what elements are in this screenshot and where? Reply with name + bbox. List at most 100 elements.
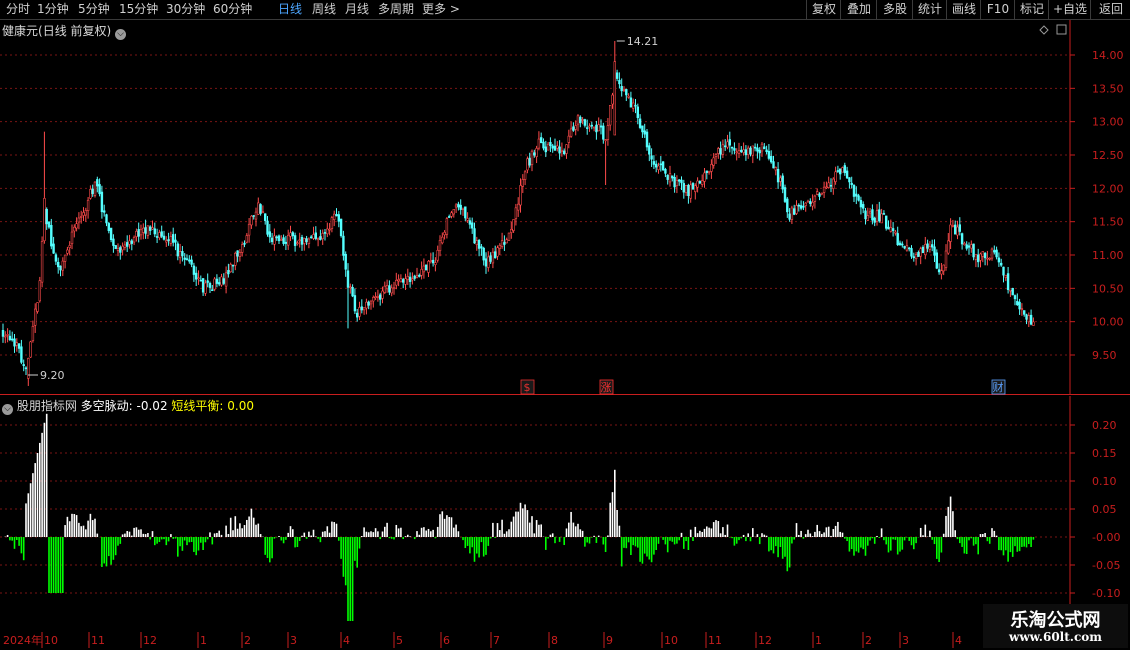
- candle-body: [162, 235, 166, 240]
- btn-f10[interactable]: F10: [980, 0, 1015, 19]
- btn-mark[interactable]: 标记: [1014, 0, 1049, 19]
- period-15min[interactable]: 15分钟: [119, 1, 158, 18]
- candle-body: [195, 272, 198, 280]
- candle-body: [887, 226, 890, 230]
- candle-body: [314, 232, 317, 239]
- candle-body: [493, 251, 497, 259]
- candle-body: [8, 335, 12, 341]
- candle-body: [843, 165, 847, 174]
- btn-draw[interactable]: 画线: [946, 0, 981, 19]
- candle-body: [765, 149, 768, 153]
- event-marker-1: 涨: [599, 379, 614, 395]
- indicator-axis-label: -0.00: [1092, 531, 1120, 544]
- candle-body: [687, 184, 690, 197]
- indicator-axis-label: 0.05: [1092, 503, 1117, 516]
- candle-body: [270, 237, 274, 243]
- candle-body: [659, 163, 663, 166]
- candle-body: [933, 246, 936, 256]
- candle-body: [551, 145, 554, 149]
- candle-body: [579, 116, 582, 124]
- candle-body: [873, 217, 876, 223]
- period-5min[interactable]: 5分钟: [78, 1, 110, 18]
- candle-body: [710, 164, 713, 172]
- candle-body: [128, 240, 131, 245]
- candle-body: [698, 181, 702, 184]
- chevron-down-icon[interactable]: ⌵: [115, 29, 127, 40]
- chevron-down-icon[interactable]: ⌵: [2, 404, 13, 415]
- candle-body: [606, 125, 610, 140]
- candle-body: [208, 283, 212, 288]
- period-1min[interactable]: 1分钟: [37, 1, 69, 18]
- candle-body: [123, 244, 127, 248]
- candle-body: [475, 240, 478, 245]
- candle-body: [296, 242, 299, 245]
- candle-body: [521, 179, 525, 187]
- candle-body: [397, 279, 400, 282]
- period-toolbar: 分时 1分钟 5分钟 15分钟 30分钟 60分钟 日线 周线 月线 多周期 更…: [0, 0, 1130, 20]
- candle-body: [238, 252, 242, 257]
- candle-body: [289, 232, 292, 237]
- candle-body: [215, 278, 219, 284]
- candle-body: [234, 252, 237, 266]
- price-axis-label: 13.50: [1092, 82, 1124, 95]
- candle-body: [142, 227, 145, 233]
- indicator-chart[interactable]: 0.20 0.15 0.10 0.05 -0.00 -0.05 -0.10: [0, 396, 1130, 630]
- candle-body: [404, 278, 407, 285]
- candle-body: [526, 158, 529, 171]
- candle-body: [866, 215, 870, 221]
- period-multi[interactable]: 多周期: [378, 1, 414, 18]
- candle-body: [880, 213, 883, 224]
- candle-body: [247, 223, 251, 236]
- period-30min[interactable]: 30分钟: [166, 1, 205, 18]
- period-more[interactable]: 更多 >: [422, 1, 460, 18]
- candle-body: [751, 145, 755, 156]
- kline-chart[interactable]: 14.00 13.50 13.00 12.50 12.00 11.50 11.00 10.50…: [0, 20, 1130, 395]
- candle-body: [1020, 308, 1024, 310]
- candle-body: [365, 301, 368, 309]
- btn-overlay[interactable]: 叠加: [840, 0, 877, 19]
- period-monthly[interactable]: 月线: [345, 1, 369, 18]
- date-axis-year: 2024年: [3, 633, 42, 647]
- candle-body: [137, 229, 140, 237]
- candle-body: [344, 253, 347, 270]
- candle-body: [689, 184, 692, 199]
- candle-body: [852, 185, 856, 197]
- candle-body: [530, 150, 534, 165]
- candle-body: [399, 278, 403, 283]
- candle-body: [358, 307, 361, 317]
- btn-multi-stock[interactable]: 多股: [876, 0, 913, 19]
- candle-body: [827, 182, 830, 188]
- candle-body: [222, 278, 225, 284]
- series2-label: 短线平衡: 0.00: [171, 399, 254, 413]
- candle-body: [574, 125, 577, 130]
- candle-body: [767, 150, 771, 159]
- period-fenshi[interactable]: 分时: [6, 1, 30, 18]
- indicator-name[interactable]: 股朋指标网: [17, 399, 77, 413]
- candle-body: [1032, 321, 1035, 326]
- period-60min[interactable]: 60分钟: [213, 1, 252, 18]
- period-daily[interactable]: 日线: [278, 1, 302, 18]
- candle-body: [730, 146, 734, 149]
- candle-body: [220, 276, 223, 286]
- candle-body: [385, 285, 389, 290]
- date-axis-month: 11: [91, 634, 105, 647]
- candle-body: [505, 239, 508, 244]
- candle-body: [514, 207, 518, 219]
- btn-fuquan[interactable]: 复权: [806, 0, 841, 19]
- candle-body: [174, 239, 177, 243]
- candle-body: [429, 260, 432, 262]
- candle-body: [22, 364, 25, 367]
- candle-body: [275, 236, 278, 239]
- candle-body: [664, 169, 667, 174]
- candle-body: [562, 150, 566, 155]
- event-marker-label: $: [524, 381, 531, 394]
- btn-back[interactable]: 返回: [1090, 0, 1130, 19]
- candle-body: [91, 188, 94, 194]
- period-weekly[interactable]: 周线: [312, 1, 336, 18]
- candle-body: [169, 236, 173, 244]
- date-axis-month: 8: [551, 634, 558, 647]
- candle-body: [986, 257, 989, 260]
- candle-body: [565, 144, 568, 154]
- btn-add-watch[interactable]: +自选: [1048, 0, 1091, 19]
- btn-stats[interactable]: 统计: [912, 0, 947, 19]
